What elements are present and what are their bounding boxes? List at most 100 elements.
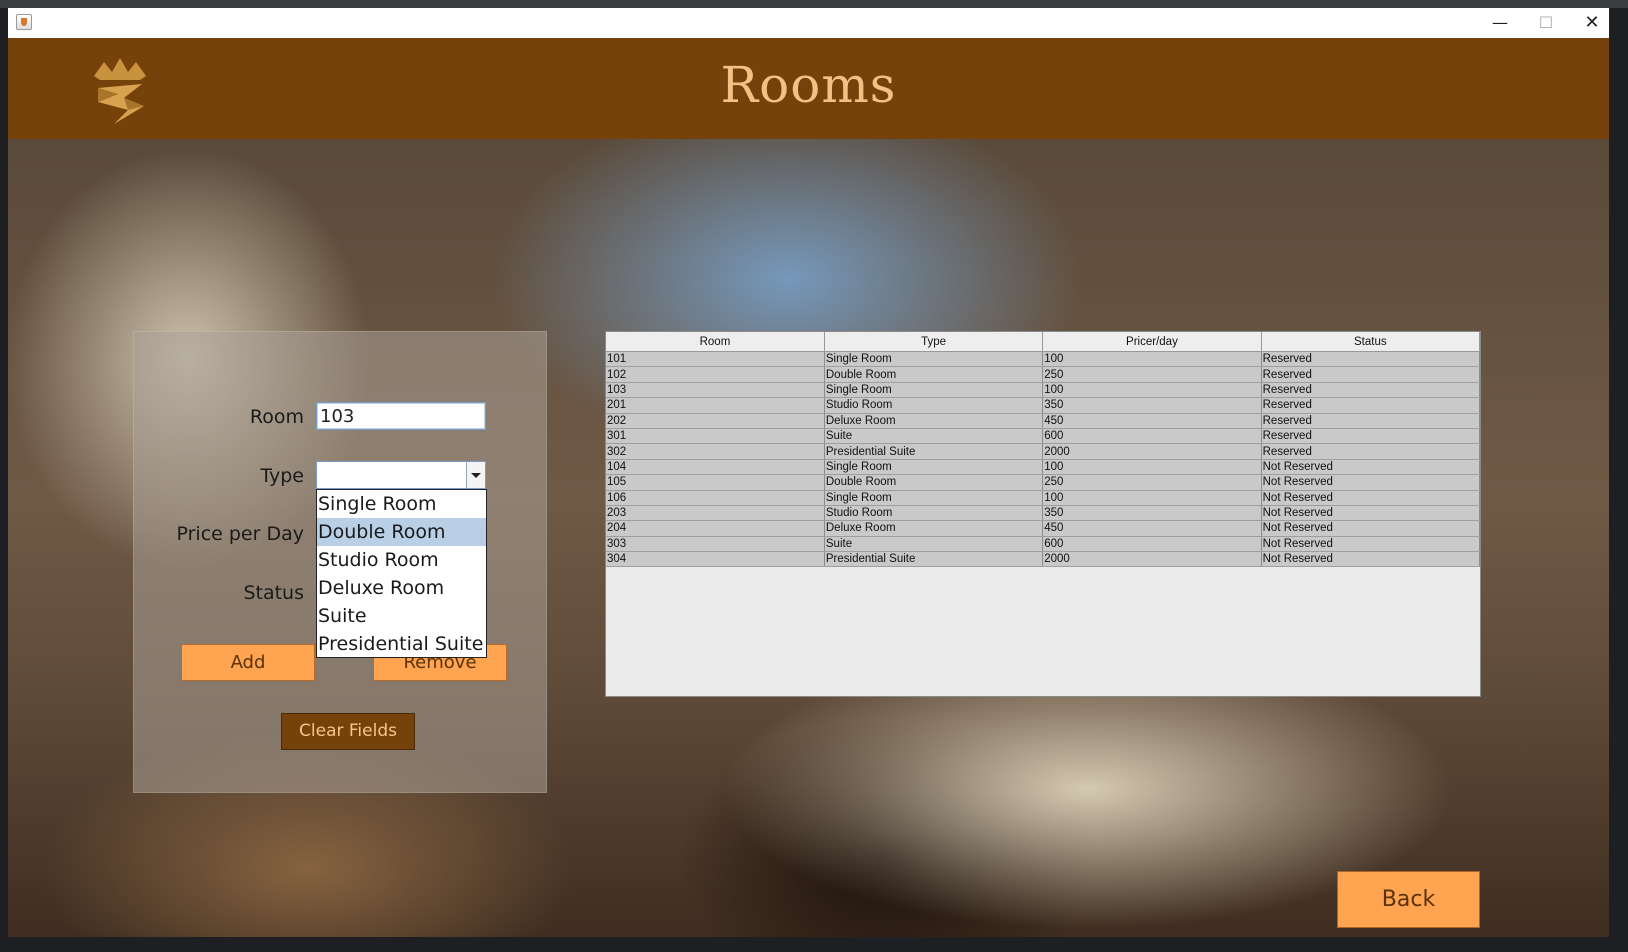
table-cell[interactable]: 450 [1042,520,1262,537]
table-cell[interactable]: 202 [606,413,825,429]
desktop-left-strip [0,8,8,952]
table-row[interactable]: 304 Presidential Suite 2000 Not Reserved [606,551,1481,568]
table-cell[interactable]: Not Reserved [1261,459,1481,476]
column-header-room[interactable]: Room [606,332,825,352]
column-header-price[interactable]: Pricer/day [1042,332,1262,352]
table-cell[interactable]: Studio Room [824,397,1044,414]
option-double-room[interactable]: Double Room [317,518,486,546]
table-row[interactable]: 301 Suite 600 Reserved [606,428,1481,445]
minimize-button[interactable]: — [1477,8,1523,38]
chevron-down-icon[interactable] [466,462,485,488]
table-cell[interactable]: 303 [606,536,825,553]
table-cell[interactable]: 105 [606,474,825,491]
type-combobox[interactable] [316,461,486,489]
room-form-panel: Room 103 Type Price per Day Status Add R… [133,331,547,793]
table-cell[interactable]: 102 [606,366,825,383]
app-window: — ☐ ✕ Rooms Room 103 Type Price per Day … [8,8,1609,937]
table-row[interactable]: 203 Studio Room 350 Not Reserved [606,505,1481,522]
option-studio-room[interactable]: Studio Room [317,546,486,574]
table-row[interactable]: 202 Deluxe Room 450 Reserved [606,413,1481,429]
header-bar: Rooms [8,38,1609,139]
close-button[interactable]: ✕ [1569,8,1609,38]
price-label: Price per Day [176,523,304,545]
rooms-table-container[interactable]: Room Type Pricer/day Status 101 Single Ro… [605,331,1481,697]
table-cell[interactable]: 103 [606,382,825,399]
table-cell[interactable]: Single Room [824,490,1044,506]
table-cell[interactable]: Not Reserved [1261,520,1481,537]
table-cell[interactable]: 2000 [1042,551,1262,568]
table-cell[interactable]: Presidential Suite [824,551,1044,568]
table-cell[interactable]: 104 [606,459,825,476]
table-row[interactable]: 105 Double Room 250 Not Reserved [606,474,1481,491]
table-cell[interactable]: Deluxe Room [824,520,1044,537]
table-cell[interactable]: 250 [1042,474,1262,491]
table-cell[interactable]: Suite [824,536,1044,553]
option-deluxe-room[interactable]: Deluxe Room [317,574,486,602]
table-cell[interactable]: 204 [606,520,825,537]
option-single-room[interactable]: Single Room [317,490,486,518]
table-cell[interactable]: Reserved [1261,443,1481,460]
table-cell[interactable]: 250 [1042,366,1262,383]
table-cell[interactable]: 450 [1042,413,1262,429]
java-app-icon[interactable] [16,14,32,30]
room-input[interactable]: 103 [316,402,486,430]
table-cell[interactable]: Double Room [824,474,1044,491]
table-cell[interactable]: 350 [1042,397,1262,414]
table-row[interactable]: 204 Deluxe Room 450 Not Reserved [606,520,1481,537]
table-row[interactable]: 102 Double Room 250 Reserved [606,366,1481,383]
title-bar[interactable]: — ☐ ✕ [8,8,1609,38]
table-cell[interactable]: 201 [606,397,825,414]
table-cell[interactable]: 100 [1042,351,1262,368]
table-cell[interactable]: Single Room [824,382,1044,399]
table-cell[interactable]: 100 [1042,490,1262,506]
table-cell[interactable]: Single Room [824,459,1044,476]
table-row[interactable]: 302 Presidential Suite 2000 Reserved [606,443,1481,460]
table-cell[interactable]: Reserved [1261,351,1481,368]
table-cell[interactable]: Presidential Suite [824,443,1044,460]
table-row[interactable]: 303 Suite 600 Not Reserved [606,536,1481,553]
table-cell[interactable]: Reserved [1261,428,1481,445]
table-cell[interactable]: Reserved [1261,382,1481,399]
table-cell[interactable]: 2000 [1042,443,1262,460]
table-cell[interactable]: 106 [606,490,825,506]
add-button[interactable]: Add [181,644,315,681]
maximize-button[interactable]: ☐ [1523,8,1569,38]
table-cell[interactable]: Not Reserved [1261,474,1481,491]
table-cell[interactable]: Not Reserved [1261,551,1481,568]
table-cell[interactable]: 350 [1042,505,1262,522]
table-cell[interactable]: 101 [606,351,825,368]
table-cell[interactable]: 302 [606,443,825,460]
table-cell[interactable]: 600 [1042,428,1262,445]
table-cell[interactable]: Single Room [824,351,1044,368]
table-row[interactable]: 104 Single Room 100 Not Reserved [606,459,1481,476]
table-cell[interactable]: 203 [606,505,825,522]
table-row[interactable]: 106 Single Room 100 Not Reserved [606,490,1481,506]
room-label: Room [249,406,304,428]
table-cell[interactable]: Not Reserved [1261,505,1481,522]
table-cell[interactable]: Reserved [1261,397,1481,414]
status-label: Status [243,582,304,604]
table-cell[interactable]: 100 [1042,459,1262,476]
table-cell[interactable]: 100 [1042,382,1262,399]
desktop-bottom-strip [0,937,1628,952]
table-cell[interactable]: Suite [824,428,1044,445]
table-cell[interactable]: Not Reserved [1261,536,1481,553]
table-cell[interactable]: 301 [606,428,825,445]
table-row[interactable]: 101 Single Room 100 Reserved [606,351,1481,368]
table-cell[interactable]: Studio Room [824,505,1044,522]
table-cell[interactable]: Reserved [1261,366,1481,383]
clear-fields-button[interactable]: Clear Fields [281,713,415,750]
table-cell[interactable]: 600 [1042,536,1262,553]
column-header-status[interactable]: Status [1261,332,1481,352]
option-presidential-suite[interactable]: Presidential Suite [317,630,486,658]
column-header-type[interactable]: Type [824,332,1044,352]
table-cell[interactable]: Not Reserved [1261,490,1481,506]
table-cell[interactable]: 304 [606,551,825,568]
table-cell[interactable]: Deluxe Room [824,413,1044,429]
back-button[interactable]: Back [1337,871,1480,928]
table-cell[interactable]: Reserved [1261,413,1481,429]
table-row[interactable]: 103 Single Room 100 Reserved [606,382,1481,399]
option-suite[interactable]: Suite [317,602,486,630]
table-row[interactable]: 201 Studio Room 350 Reserved [606,397,1481,414]
table-cell[interactable]: Double Room [824,366,1044,383]
